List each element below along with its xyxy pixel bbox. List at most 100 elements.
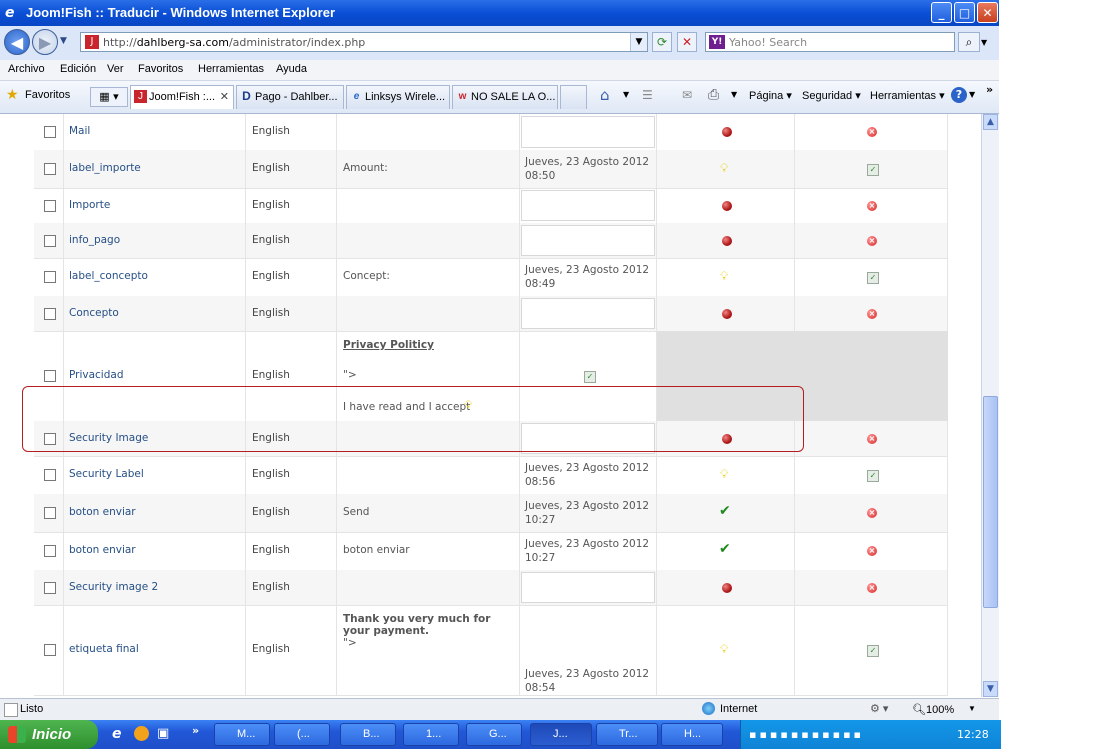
mail-icon[interactable]: ✉ bbox=[682, 88, 692, 102]
row-checkbox[interactable] bbox=[44, 234, 56, 247]
unpublished-icon[interactable]: × bbox=[867, 308, 877, 319]
row-name-link[interactable]: Importe bbox=[69, 199, 110, 211]
row-name-link[interactable]: boton enviar bbox=[69, 506, 136, 518]
tools-menu[interactable]: Herramientas ▾ bbox=[870, 89, 945, 102]
row-checkbox[interactable] bbox=[44, 370, 56, 382]
start-button[interactable]: Inicio bbox=[0, 720, 98, 749]
page-menu[interactable]: Página ▾ bbox=[749, 89, 792, 102]
vertical-scrollbar[interactable]: ▲ ▼ bbox=[981, 114, 999, 697]
unpublished-icon[interactable]: × bbox=[867, 546, 877, 556]
row-name-link[interactable]: Security Label bbox=[69, 468, 144, 480]
taskbar-button-1[interactable]: M... bbox=[214, 723, 270, 746]
row-name-link[interactable]: Mail bbox=[69, 125, 90, 137]
unpublished-icon[interactable]: × bbox=[867, 127, 877, 137]
tab-no-sale[interactable]: w NO SALE LA O... bbox=[452, 85, 558, 109]
row-checkbox[interactable] bbox=[44, 545, 56, 557]
taskbar-button-5[interactable]: G... bbox=[466, 723, 522, 746]
taskbar-button-8[interactable]: H... bbox=[661, 723, 723, 746]
row-checkbox[interactable] bbox=[44, 307, 56, 320]
row-name-link[interactable]: Security image 2 bbox=[69, 581, 158, 593]
menu-herramientas[interactable]: Herramientas bbox=[198, 63, 264, 75]
quicklaunch-more-icon[interactable]: » bbox=[192, 724, 199, 737]
zoom-control[interactable]: 🔍︎100% bbox=[912, 703, 954, 716]
menu-archivo[interactable]: Archivo bbox=[8, 63, 45, 75]
published-icon[interactable]: ✓ bbox=[867, 272, 879, 284]
title-bar[interactable]: e Joom!Fish :: Traducir - Windows Intern… bbox=[0, 0, 999, 26]
new-tab-button[interactable] bbox=[560, 85, 587, 109]
url-dropdown-icon[interactable]: ▼ bbox=[630, 33, 647, 51]
url-field[interactable]: J http://dahlberg-sa.com/administrator/i… bbox=[80, 32, 648, 52]
row-name-link[interactable]: info_pago bbox=[69, 234, 120, 246]
taskbar-button-2[interactable]: (... bbox=[274, 723, 330, 746]
quicklaunch-media-icon[interactable]: ▣ bbox=[157, 726, 169, 741]
row-checkbox[interactable] bbox=[44, 271, 56, 283]
taskbar-button-7[interactable]: Tr... bbox=[596, 723, 658, 746]
row-checkbox[interactable] bbox=[44, 581, 56, 594]
security-menu[interactable]: Seguridad ▾ bbox=[802, 89, 861, 102]
row-checkbox[interactable] bbox=[44, 644, 56, 656]
menu-ver[interactable]: Ver bbox=[107, 63, 124, 75]
chevron-more-icon[interactable]: » bbox=[986, 83, 993, 96]
favorites-button[interactable]: Favoritos bbox=[25, 89, 70, 101]
scroll-thumb[interactable] bbox=[983, 396, 998, 608]
published-icon[interactable]: ✓ bbox=[584, 371, 596, 383]
tab-pago[interactable]: D Pago - Dahlber... bbox=[236, 85, 344, 109]
protected-mode-icon[interactable]: ⚙ ▾ bbox=[870, 702, 888, 715]
unpublished-icon[interactable]: × bbox=[867, 508, 877, 518]
stop-button[interactable]: ✕ bbox=[677, 32, 697, 52]
system-tray: ▪▪▪▪▪▪▪▪▪▪▪ 12:28 bbox=[740, 720, 1001, 749]
row-checkbox[interactable] bbox=[44, 199, 56, 212]
quicklaunch-firefox-icon[interactable] bbox=[134, 726, 149, 741]
published-icon[interactable]: ✓ bbox=[867, 645, 879, 657]
home-dropdown-icon[interactable]: ▼ bbox=[623, 90, 629, 99]
scroll-up-button[interactable]: ▲ bbox=[983, 114, 998, 130]
menu-favoritos[interactable]: Favoritos bbox=[138, 63, 183, 75]
print-icon[interactable]: ⎙ bbox=[708, 87, 719, 103]
history-dropdown-icon[interactable]: ▼ bbox=[60, 36, 67, 46]
help-dropdown-icon[interactable]: ▼ bbox=[969, 90, 975, 99]
taskbar-button-3[interactable]: B... bbox=[340, 723, 396, 746]
taskbar-button-4[interactable]: 1... bbox=[403, 723, 459, 746]
row-checkbox[interactable] bbox=[44, 126, 56, 138]
scroll-down-button[interactable]: ▼ bbox=[983, 681, 998, 697]
minimize-button[interactable]: _ bbox=[931, 2, 952, 23]
search-field[interactable]: Y! Yahoo! Search bbox=[705, 32, 955, 52]
quicklaunch-ie-icon[interactable]: e bbox=[112, 726, 122, 742]
row-checkbox[interactable] bbox=[44, 163, 56, 175]
unpublished-icon[interactable]: × bbox=[867, 200, 877, 211]
unpublished-icon[interactable]: × bbox=[867, 433, 877, 444]
unpublished-icon[interactable]: × bbox=[867, 582, 877, 593]
zoom-dropdown-icon[interactable]: ▼ bbox=[968, 704, 976, 713]
back-button[interactable]: ◀ bbox=[4, 29, 30, 55]
feeds-icon[interactable]: ☰ bbox=[642, 88, 653, 102]
search-button[interactable]: ⌕ bbox=[958, 32, 980, 52]
forward-button[interactable]: ▶ bbox=[32, 29, 58, 55]
row-name-link[interactable]: label_importe bbox=[69, 162, 141, 174]
row-name-link[interactable]: Concepto bbox=[69, 307, 119, 319]
tab-joomfish[interactable]: J Joom!Fish :... ✕ bbox=[130, 85, 234, 109]
close-button[interactable]: ✕ bbox=[977, 2, 998, 23]
taskbar-button-6[interactable]: J... bbox=[530, 723, 592, 746]
published-icon[interactable]: ✓ bbox=[867, 164, 879, 176]
row-checkbox[interactable] bbox=[44, 507, 56, 519]
row-name-link[interactable]: etiqueta final bbox=[69, 643, 139, 655]
close-tab-icon[interactable]: ✕ bbox=[220, 86, 229, 108]
menu-ayuda[interactable]: Ayuda bbox=[276, 63, 307, 75]
home-icon[interactable]: ⌂ bbox=[600, 86, 610, 104]
unpublished-icon[interactable]: × bbox=[867, 235, 877, 246]
tab-linksys[interactable]: e Linksys Wirele... bbox=[346, 85, 450, 109]
refresh-button[interactable]: ⟳ bbox=[652, 32, 672, 52]
help-icon[interactable]: ? bbox=[951, 87, 967, 103]
row-name-link[interactable]: boton enviar bbox=[69, 544, 136, 556]
search-options-icon[interactable]: ▼ bbox=[981, 38, 987, 47]
tray-icons[interactable]: ▪▪▪▪▪▪▪▪▪▪▪ bbox=[749, 728, 864, 741]
maximize-button[interactable]: □ bbox=[954, 2, 975, 23]
published-icon[interactable]: ✓ bbox=[867, 470, 879, 482]
favorites-star-icon[interactable]: ★ bbox=[6, 87, 19, 103]
row-name-link[interactable]: Privacidad bbox=[69, 369, 123, 381]
quick-tabs-button[interactable]: ▦ ▾ bbox=[90, 87, 128, 107]
row-name-link[interactable]: label_concepto bbox=[69, 270, 148, 282]
row-checkbox[interactable] bbox=[44, 469, 56, 481]
print-dropdown-icon[interactable]: ▼ bbox=[731, 90, 737, 99]
menu-edicion[interactable]: Edición bbox=[60, 63, 96, 75]
